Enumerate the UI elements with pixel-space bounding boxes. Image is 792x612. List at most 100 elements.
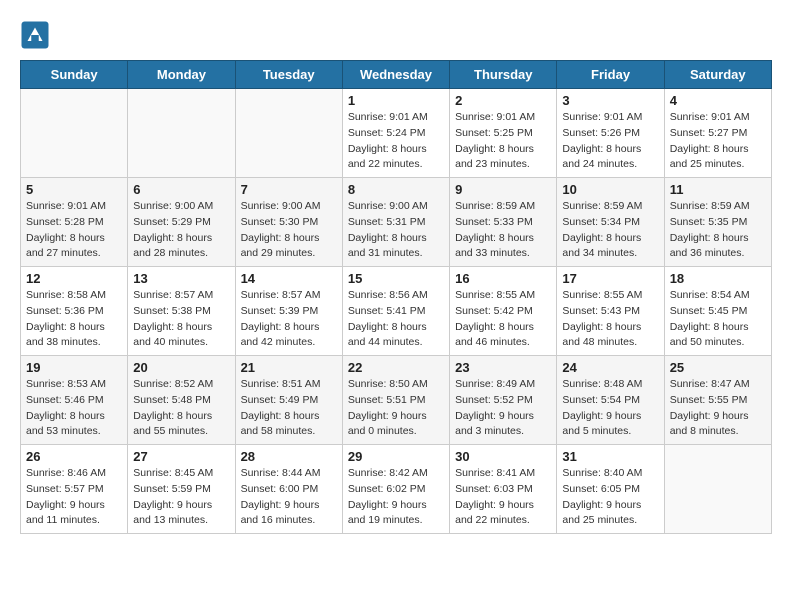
calendar-cell: 2 Sunrise: 9:01 AM Sunset: 5:25 PM Daylig…	[450, 89, 557, 178]
weekday-header-row: SundayMondayTuesdayWednesdayThursdayFrid…	[21, 61, 772, 89]
day-info: Sunrise: 8:53 AM Sunset: 5:46 PM Dayligh…	[26, 377, 122, 440]
calendar-cell	[664, 445, 771, 534]
calendar-cell: 29 Sunrise: 8:42 AM Sunset: 6:02 PM Dayli…	[342, 445, 449, 534]
calendar-cell: 31 Sunrise: 8:40 AM Sunset: 6:05 PM Dayli…	[557, 445, 664, 534]
day-info: Sunrise: 9:00 AM Sunset: 5:31 PM Dayligh…	[348, 199, 444, 262]
day-info: Sunrise: 9:01 AM Sunset: 5:25 PM Dayligh…	[455, 110, 551, 173]
calendar-cell: 12 Sunrise: 8:58 AM Sunset: 5:36 PM Dayli…	[21, 267, 128, 356]
calendar-cell: 8 Sunrise: 9:00 AM Sunset: 5:31 PM Daylig…	[342, 178, 449, 267]
day-number: 12	[26, 271, 122, 286]
calendar-cell	[21, 89, 128, 178]
calendar-cell: 16 Sunrise: 8:55 AM Sunset: 5:42 PM Dayli…	[450, 267, 557, 356]
day-number: 29	[348, 449, 444, 464]
calendar-cell: 19 Sunrise: 8:53 AM Sunset: 5:46 PM Dayli…	[21, 356, 128, 445]
day-number: 16	[455, 271, 551, 286]
calendar-cell	[128, 89, 235, 178]
calendar-body: 1 Sunrise: 9:01 AM Sunset: 5:24 PM Daylig…	[21, 89, 772, 534]
day-number: 14	[241, 271, 337, 286]
day-info: Sunrise: 8:44 AM Sunset: 6:00 PM Dayligh…	[241, 466, 337, 529]
week-row-3: 12 Sunrise: 8:58 AM Sunset: 5:36 PM Dayli…	[21, 267, 772, 356]
calendar-cell: 10 Sunrise: 8:59 AM Sunset: 5:34 PM Dayli…	[557, 178, 664, 267]
day-number: 22	[348, 360, 444, 375]
day-info: Sunrise: 8:59 AM Sunset: 5:34 PM Dayligh…	[562, 199, 658, 262]
day-info: Sunrise: 8:59 AM Sunset: 5:35 PM Dayligh…	[670, 199, 766, 262]
calendar-cell: 26 Sunrise: 8:46 AM Sunset: 5:57 PM Dayli…	[21, 445, 128, 534]
day-number: 3	[562, 93, 658, 108]
calendar-cell: 15 Sunrise: 8:56 AM Sunset: 5:41 PM Dayli…	[342, 267, 449, 356]
day-info: Sunrise: 8:54 AM Sunset: 5:45 PM Dayligh…	[670, 288, 766, 351]
calendar-cell: 21Sunrise: 8:51 AM Sunset: 5:49 PM Dayli…	[235, 356, 342, 445]
calendar-cell: 7 Sunrise: 9:00 AM Sunset: 5:30 PM Daylig…	[235, 178, 342, 267]
day-info: Sunrise: 9:01 AM Sunset: 5:24 PM Dayligh…	[348, 110, 444, 173]
calendar-cell: 27 Sunrise: 8:45 AM Sunset: 5:59 PM Dayli…	[128, 445, 235, 534]
day-number: 19	[26, 360, 122, 375]
week-row-4: 19 Sunrise: 8:53 AM Sunset: 5:46 PM Dayli…	[21, 356, 772, 445]
calendar-cell: 3 Sunrise: 9:01 AM Sunset: 5:26 PM Daylig…	[557, 89, 664, 178]
day-info: Sunrise: 8:55 AM Sunset: 5:43 PM Dayligh…	[562, 288, 658, 351]
day-info: Sunrise: 8:49 AM Sunset: 5:52 PM Dayligh…	[455, 377, 551, 440]
day-info: Sunrise: 9:01 AM Sunset: 5:27 PM Dayligh…	[670, 110, 766, 173]
day-number: 13	[133, 271, 229, 286]
day-info: Sunrise: 9:00 AM Sunset: 5:30 PM Dayligh…	[241, 199, 337, 262]
calendar-table: SundayMondayTuesdayWednesdayThursdayFrid…	[20, 60, 772, 534]
calendar-cell: 13 Sunrise: 8:57 AM Sunset: 5:38 PM Dayli…	[128, 267, 235, 356]
day-number: 17	[562, 271, 658, 286]
page-header	[20, 20, 772, 50]
week-row-2: 5 Sunrise: 9:01 AM Sunset: 5:28 PM Daylig…	[21, 178, 772, 267]
calendar-cell: 20 Sunrise: 8:52 AM Sunset: 5:48 PM Dayli…	[128, 356, 235, 445]
day-info: Sunrise: 9:01 AM Sunset: 5:28 PM Dayligh…	[26, 199, 122, 262]
day-number: 21	[241, 360, 337, 375]
weekday-header-sunday: Sunday	[21, 61, 128, 89]
day-number: 31	[562, 449, 658, 464]
day-info: Sunrise: 8:46 AM Sunset: 5:57 PM Dayligh…	[26, 466, 122, 529]
day-info: Sunrise: 8:59 AM Sunset: 5:33 PM Dayligh…	[455, 199, 551, 262]
calendar-cell: 14Sunrise: 8:57 AM Sunset: 5:39 PM Dayli…	[235, 267, 342, 356]
day-number: 8	[348, 182, 444, 197]
logo	[20, 20, 54, 50]
day-info: Sunrise: 8:58 AM Sunset: 5:36 PM Dayligh…	[26, 288, 122, 351]
day-number: 9	[455, 182, 551, 197]
day-info: Sunrise: 8:52 AM Sunset: 5:48 PM Dayligh…	[133, 377, 229, 440]
day-info: Sunrise: 8:41 AM Sunset: 6:03 PM Dayligh…	[455, 466, 551, 529]
day-number: 27	[133, 449, 229, 464]
day-info: Sunrise: 8:47 AM Sunset: 5:55 PM Dayligh…	[670, 377, 766, 440]
day-number: 23	[455, 360, 551, 375]
day-number: 1	[348, 93, 444, 108]
day-info: Sunrise: 8:40 AM Sunset: 6:05 PM Dayligh…	[562, 466, 658, 529]
day-info: Sunrise: 8:50 AM Sunset: 5:51 PM Dayligh…	[348, 377, 444, 440]
day-number: 5	[26, 182, 122, 197]
weekday-header-wednesday: Wednesday	[342, 61, 449, 89]
weekday-header-friday: Friday	[557, 61, 664, 89]
weekday-header-thursday: Thursday	[450, 61, 557, 89]
calendar-cell: 22 Sunrise: 8:50 AM Sunset: 5:51 PM Dayli…	[342, 356, 449, 445]
day-number: 2	[455, 93, 551, 108]
day-number: 24	[562, 360, 658, 375]
day-number: 11	[670, 182, 766, 197]
calendar-cell: 1 Sunrise: 9:01 AM Sunset: 5:24 PM Daylig…	[342, 89, 449, 178]
day-number: 10	[562, 182, 658, 197]
weekday-header-saturday: Saturday	[664, 61, 771, 89]
weekday-header-tuesday: Tuesday	[235, 61, 342, 89]
calendar-cell: 24 Sunrise: 8:48 AM Sunset: 5:54 PM Dayli…	[557, 356, 664, 445]
calendar-cell: 18 Sunrise: 8:54 AM Sunset: 5:45 PM Dayli…	[664, 267, 771, 356]
day-info: Sunrise: 8:55 AM Sunset: 5:42 PM Dayligh…	[455, 288, 551, 351]
week-row-5: 26 Sunrise: 8:46 AM Sunset: 5:57 PM Dayli…	[21, 445, 772, 534]
day-info: Sunrise: 9:01 AM Sunset: 5:26 PM Dayligh…	[562, 110, 658, 173]
day-info: Sunrise: 8:57 AM Sunset: 5:38 PM Dayligh…	[133, 288, 229, 351]
calendar-cell	[235, 89, 342, 178]
calendar-cell: 9 Sunrise: 8:59 AM Sunset: 5:33 PM Daylig…	[450, 178, 557, 267]
day-number: 20	[133, 360, 229, 375]
day-number: 7	[241, 182, 337, 197]
day-info: Sunrise: 8:45 AM Sunset: 5:59 PM Dayligh…	[133, 466, 229, 529]
calendar-cell: 25Sunrise: 8:47 AM Sunset: 5:55 PM Dayli…	[664, 356, 771, 445]
day-info: Sunrise: 8:42 AM Sunset: 6:02 PM Dayligh…	[348, 466, 444, 529]
day-number: 6	[133, 182, 229, 197]
calendar-cell: 28Sunrise: 8:44 AM Sunset: 6:00 PM Dayli…	[235, 445, 342, 534]
day-info: Sunrise: 8:48 AM Sunset: 5:54 PM Dayligh…	[562, 377, 658, 440]
calendar-cell: 11 Sunrise: 8:59 AM Sunset: 5:35 PM Dayli…	[664, 178, 771, 267]
calendar-cell: 4Sunrise: 9:01 AM Sunset: 5:27 PM Daylig…	[664, 89, 771, 178]
day-number: 18	[670, 271, 766, 286]
day-number: 15	[348, 271, 444, 286]
day-number: 26	[26, 449, 122, 464]
day-info: Sunrise: 8:56 AM Sunset: 5:41 PM Dayligh…	[348, 288, 444, 351]
